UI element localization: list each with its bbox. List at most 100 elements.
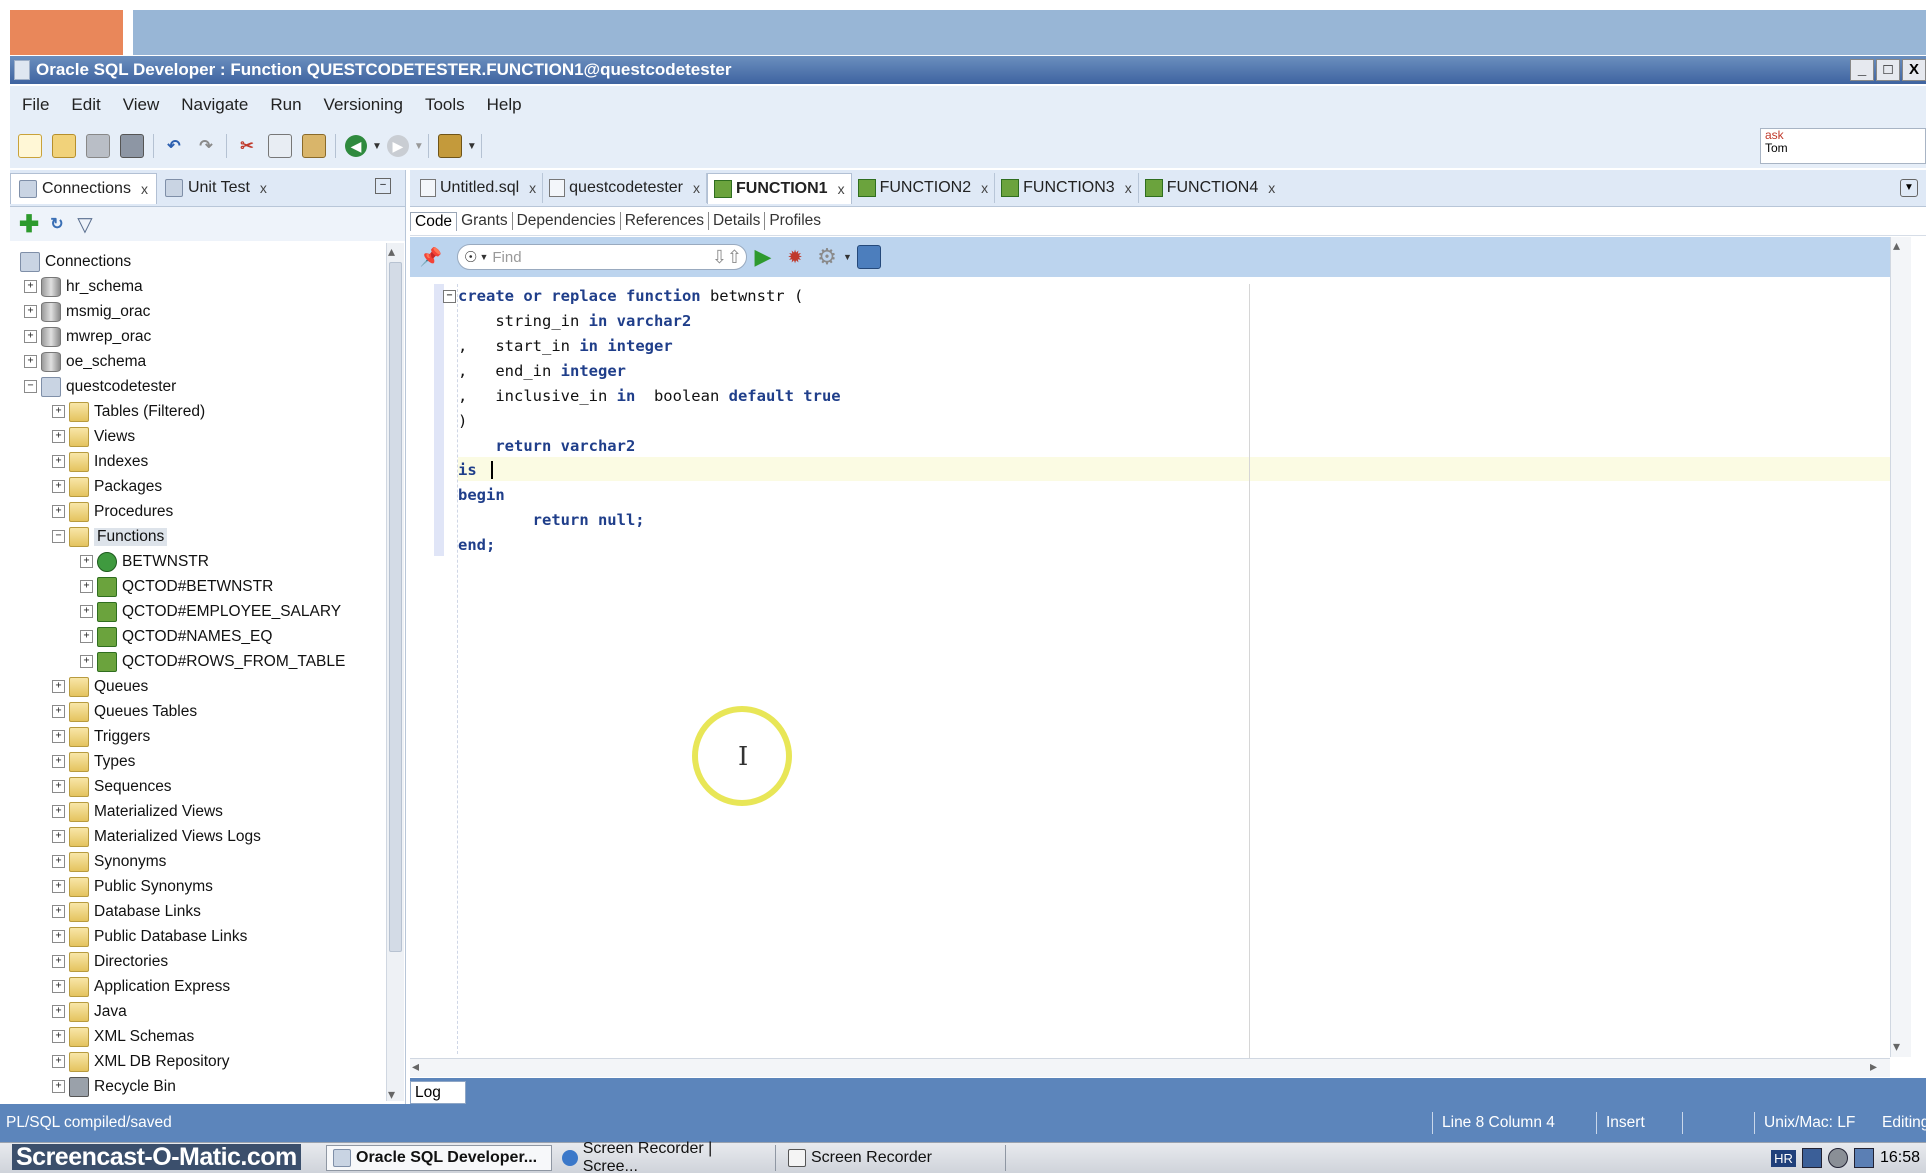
menu-edit[interactable]: Edit — [60, 95, 111, 115]
tab-unit-test[interactable]: Unit Test x — [157, 173, 275, 203]
undo-icon[interactable]: ↶ — [163, 135, 185, 157]
editor-vertical-scrollbar[interactable] — [1890, 237, 1911, 1057]
tree-item[interactable]: + Materialized Views Logs — [52, 824, 261, 849]
scroll-up-icon[interactable]: ▴ — [388, 243, 395, 260]
volume-icon[interactable] — [1827, 1148, 1848, 1168]
tree-item[interactable]: + QCTOD#EMPLOYEE_SALARY — [80, 599, 341, 624]
tab-list-dropdown-icon[interactable]: ▼ — [1900, 179, 1918, 197]
subtab-grants[interactable]: Grants — [457, 212, 513, 230]
menu-navigate[interactable]: Navigate — [170, 95, 259, 115]
back-icon[interactable]: ◀ — [345, 135, 367, 157]
sql-dropdown-icon[interactable]: ▼ — [467, 141, 477, 152]
tab-connections[interactable]: Connections x — [10, 172, 157, 204]
expand-icon[interactable]: + — [52, 855, 65, 868]
tree-item[interactable]: + Indexes — [52, 449, 148, 474]
expand-icon[interactable]: + — [52, 430, 65, 443]
expand-icon[interactable]: + — [24, 280, 37, 293]
find-dropdown-icon[interactable]: ▼ — [479, 252, 488, 262]
tab-close[interactable]: x — [529, 180, 536, 196]
expand-icon[interactable]: + — [52, 780, 65, 793]
expand-icon[interactable]: + — [52, 755, 65, 768]
redo-icon[interactable]: ↷ — [195, 135, 217, 157]
expand-icon[interactable]: + — [52, 1080, 65, 1093]
menu-tools[interactable]: Tools — [414, 95, 476, 115]
code-fold-icon[interactable]: − — [443, 290, 456, 303]
expand-icon[interactable]: + — [52, 880, 65, 893]
new-file-icon[interactable] — [18, 134, 42, 158]
tree-item[interactable]: + Public Synonyms — [52, 874, 213, 899]
tree-item[interactable]: + Views — [52, 424, 135, 449]
tree-item[interactable]: + Directories — [52, 949, 168, 974]
clock[interactable]: 16:58 — [1880, 1149, 1920, 1167]
tree-item[interactable]: + Types — [52, 749, 135, 774]
display-icon[interactable] — [1853, 1148, 1874, 1168]
tree-item[interactable]: + Procedures — [52, 499, 173, 524]
tab-close[interactable]: x — [1268, 180, 1275, 196]
tree-item[interactable]: − questcodetester — [24, 374, 176, 399]
expand-icon[interactable]: + — [52, 505, 65, 518]
tree-item[interactable]: + Application Express — [52, 974, 230, 999]
expand-icon[interactable]: + — [52, 905, 65, 918]
copy-icon[interactable] — [268, 134, 292, 158]
network-icon[interactable] — [1801, 1148, 1822, 1168]
paste-icon[interactable] — [302, 134, 326, 158]
tree-item[interactable]: + QCTOD#ROWS_FROM_TABLE — [80, 649, 345, 674]
subtab-code[interactable]: Code — [410, 211, 458, 231]
tree-item[interactable]: + Packages — [52, 474, 162, 499]
expand-icon[interactable]: + — [80, 555, 93, 568]
expand-icon[interactable]: + — [52, 1030, 65, 1043]
menu-versioning[interactable]: Versioning — [313, 95, 414, 115]
tab-function3[interactable]: FUNCTION3 x — [995, 173, 1139, 203]
tree-item[interactable]: + Recycle Bin — [52, 1074, 176, 1099]
save-all-icon[interactable] — [120, 134, 144, 158]
tree-item[interactable]: + Sequences — [52, 774, 172, 799]
close-button[interactable]: X — [1902, 59, 1926, 81]
tab-close[interactable]: x — [693, 180, 700, 196]
tree-item[interactable]: + Java — [52, 999, 127, 1024]
compile-dropdown-icon[interactable]: ▼ — [843, 252, 852, 262]
tree-item[interactable]: + XML DB Repository — [52, 1049, 230, 1074]
tree-item[interactable]: + oe_schema — [24, 349, 146, 374]
pin-icon[interactable]: 📌 — [420, 246, 442, 268]
expand-icon[interactable]: + — [52, 455, 65, 468]
tree-item[interactable]: + Synonyms — [52, 849, 166, 874]
tree-item[interactable]: + QCTOD#BETWNSTR — [80, 574, 273, 599]
tab-questcodetester[interactable]: questcodetester x — [543, 173, 708, 203]
tab-close[interactable]: x — [838, 181, 845, 197]
profile-icon[interactable] — [856, 245, 881, 269]
expand-icon[interactable]: + — [52, 480, 65, 493]
tab-close[interactable]: x — [981, 180, 988, 196]
add-connection-icon[interactable]: ✚ — [18, 211, 40, 238]
expand-icon[interactable]: + — [80, 580, 93, 593]
tab-function2[interactable]: FUNCTION2 x — [852, 173, 996, 203]
tree-item[interactable]: + Queues Tables — [52, 699, 197, 724]
scroll-down-icon[interactable]: ▾ — [388, 1086, 395, 1103]
back-dropdown-icon[interactable]: ▼ — [372, 141, 382, 152]
tab-untitled-sql[interactable]: Untitled.sql x — [414, 173, 544, 203]
run-icon[interactable]: ▶ — [752, 244, 774, 269]
expand-icon[interactable]: + — [52, 805, 65, 818]
expand-icon[interactable]: + — [52, 680, 65, 693]
tab-unit-test-close[interactable]: x — [260, 180, 267, 196]
task-sql-developer[interactable]: Oracle SQL Developer... — [326, 1145, 552, 1171]
menu-file[interactable]: File — [10, 95, 60, 115]
save-icon[interactable] — [86, 134, 110, 158]
expand-icon[interactable]: + — [24, 330, 37, 343]
cut-icon[interactable]: ✂ — [236, 135, 258, 157]
find-input[interactable]: ☉ ▼ Find ⇩⇧ — [457, 244, 747, 270]
task-screen-recorder[interactable]: Screen Recorder — [782, 1145, 1006, 1171]
tree-item[interactable]: + hr_schema — [24, 274, 143, 299]
ask-tom-search[interactable]: ask Tom — [1760, 128, 1926, 164]
tree-item[interactable]: + BETWNSTR — [80, 549, 209, 574]
menu-view[interactable]: View — [112, 95, 171, 115]
sql-worksheet-icon[interactable] — [437, 134, 462, 158]
expand-icon[interactable]: + — [52, 405, 65, 418]
forward-dropdown-icon[interactable]: ▼ — [414, 141, 424, 152]
tree-item[interactable]: + Tables (Filtered) — [52, 399, 205, 424]
expand-icon[interactable]: + — [80, 605, 93, 618]
tree-item[interactable]: + Queues — [52, 674, 148, 699]
subtab-details[interactable]: Details — [709, 212, 766, 230]
expand-icon[interactable]: + — [52, 830, 65, 843]
expand-icon[interactable]: + — [80, 630, 93, 643]
minimize-button[interactable]: _ — [1850, 59, 1874, 81]
